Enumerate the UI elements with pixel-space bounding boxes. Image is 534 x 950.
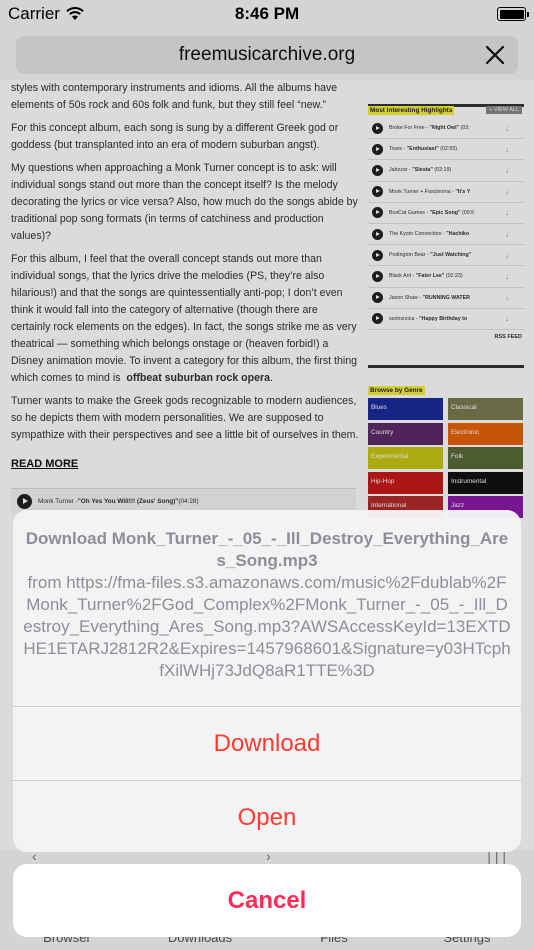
action-sheet-title: Download Monk_Turner_-_05_-_Ill_Destroy_… <box>25 529 509 570</box>
cancel-button[interactable]: Cancel <box>13 864 521 937</box>
download-button[interactable]: Download <box>13 706 521 779</box>
open-button[interactable]: Open <box>13 780 521 852</box>
action-sheet: Download Monk_Turner_-_05_-_Ill_Destroy_… <box>13 510 521 852</box>
action-sheet-message: from https://fma-files.s3.amazonaws.com/… <box>23 573 511 680</box>
action-sheet-header: Download Monk_Turner_-_05_-_Ill_Destroy_… <box>13 510 521 706</box>
